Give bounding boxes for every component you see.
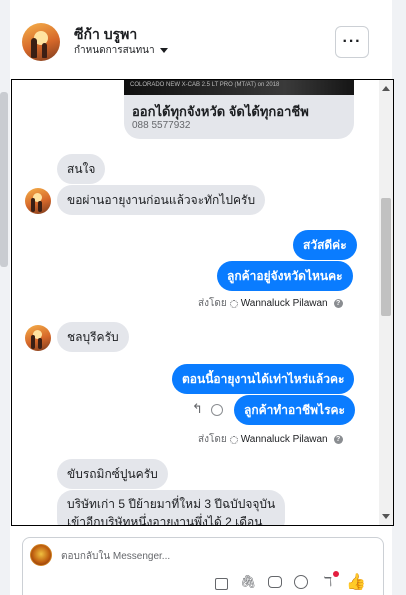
avatar-figure	[38, 201, 42, 212]
incoming-message: ชลบุรีครับ	[57, 322, 129, 352]
ad-title: ออกได้ทุกจังหวัด จัดได้ทุกอาชีพ	[132, 104, 309, 119]
help-icon[interactable]: ?	[333, 299, 343, 308]
sent-by-info: ส่งโดย Wannaluck Pilawan ?	[198, 432, 343, 447]
outgoing-message: ลูกค้าทำอาชีพไรคะ	[234, 395, 355, 425]
scroll-down-icon[interactable]	[382, 514, 390, 519]
gear-icon	[229, 299, 238, 308]
outgoing-message: ลูกค้าอยู่จังหวัดไหนคะ	[217, 261, 353, 291]
reply-composer: ตอบกลับใน Messenger... 🖇 ℸ 👍	[22, 537, 384, 595]
sent-by-label: ส่งโดย	[198, 434, 227, 445]
ad-banner-text: COLORADO NEW X-CAB 2.5 LT PRO (MT/AT) on…	[130, 82, 280, 88]
ad-preview-card[interactable]: COLORADO NEW X-CAB 2.5 LT PRO (MT/AT) on…	[124, 80, 354, 139]
conversation-schedule-label: กำหนดการสนทนา	[74, 45, 155, 56]
message-thread: COLORADO NEW X-CAB 2.5 LT PRO (MT/AT) on…	[11, 79, 394, 526]
right-page-strip	[392, 0, 406, 595]
conversation-header: ซีก้า บรูพา กำหนดการสนทนา ···	[12, 0, 392, 78]
thumbs-up-icon[interactable]: 👍	[346, 574, 366, 591]
notification-dot	[333, 571, 339, 577]
thread-scrollbar[interactable]	[379, 80, 393, 525]
avatar-figure	[31, 335, 35, 349]
page-scroll-strip	[0, 0, 10, 595]
conversation-schedule-dropdown[interactable]: กำหนดการสนทนา	[74, 43, 168, 58]
sent-by-agent: Wannaluck Pilawan	[240, 298, 328, 309]
incoming-message: สนใจ	[57, 154, 106, 184]
saved-replies-icon[interactable]	[268, 576, 282, 588]
avatar-figure	[31, 38, 37, 58]
outgoing-message: ตอนนี้อายุงานได้เท่าไหร่แล้วคะ	[172, 364, 355, 394]
contact-avatar-small[interactable]	[25, 325, 51, 351]
page-avatar	[30, 544, 52, 566]
more-options-button[interactable]: ···	[335, 26, 369, 58]
more-icon: ···	[342, 33, 362, 50]
smile-icon[interactable]	[211, 404, 223, 416]
message-line: บริษัทเก่า 5 ปีย้ายมาที่ใหม่ 3 ปีฉบัปจจุ…	[67, 497, 276, 511]
ad-banner-image: COLORADO NEW X-CAB 2.5 LT PRO (MT/AT) on…	[124, 80, 354, 95]
sent-by-info: ส่งโดย Wannaluck Pilawan ?	[198, 296, 343, 311]
contact-avatar-small[interactable]	[25, 188, 51, 214]
avatar-figure	[31, 198, 35, 212]
outgoing-message: สวัสดีค่ะ	[293, 230, 357, 260]
paperclip-icon[interactable]: 🖇	[240, 574, 257, 590]
page-scrollbar-thumb[interactable]	[0, 92, 8, 267]
message-line: เข้าอีกบริษัทหนึ่งอายุงานพึ่งได้ 2 เดือน	[67, 515, 263, 526]
contact-avatar[interactable]	[22, 23, 60, 61]
incoming-message: ขับรถมิกซ์ปูนครับ	[57, 459, 168, 489]
reply-input[interactable]: ตอบกลับใน Messenger...	[61, 549, 170, 564]
composer-toolbar: 🖇 ℸ 👍	[215, 571, 366, 591]
incoming-message: ขอผ่านอายุงานก่อนแล้วจะทักไปครับ	[57, 185, 266, 215]
reply-icon[interactable]: ↰	[192, 401, 203, 417]
avatar-figure	[42, 43, 47, 58]
incoming-message: บริษัทเก่า 5 ปีย้ายมาที่ใหม่ 3 ปีฉบัปจจุ…	[57, 490, 286, 526]
help-icon[interactable]: ?	[333, 435, 343, 444]
chevron-down-icon	[159, 48, 168, 53]
ad-phone: 088 5577932	[132, 120, 191, 131]
automation-icon[interactable]: ℸ	[320, 571, 339, 590]
avatar-figure	[38, 338, 42, 349]
scroll-up-icon[interactable]	[382, 86, 390, 91]
scrollbar-thumb[interactable]	[381, 198, 391, 316]
emoji-icon[interactable]	[294, 575, 308, 589]
sent-by-label: ส่งโดย	[198, 298, 227, 309]
gear-icon	[229, 435, 238, 444]
sent-by-agent: Wannaluck Pilawan	[240, 434, 328, 445]
shopping-bag-icon[interactable]	[215, 577, 228, 590]
